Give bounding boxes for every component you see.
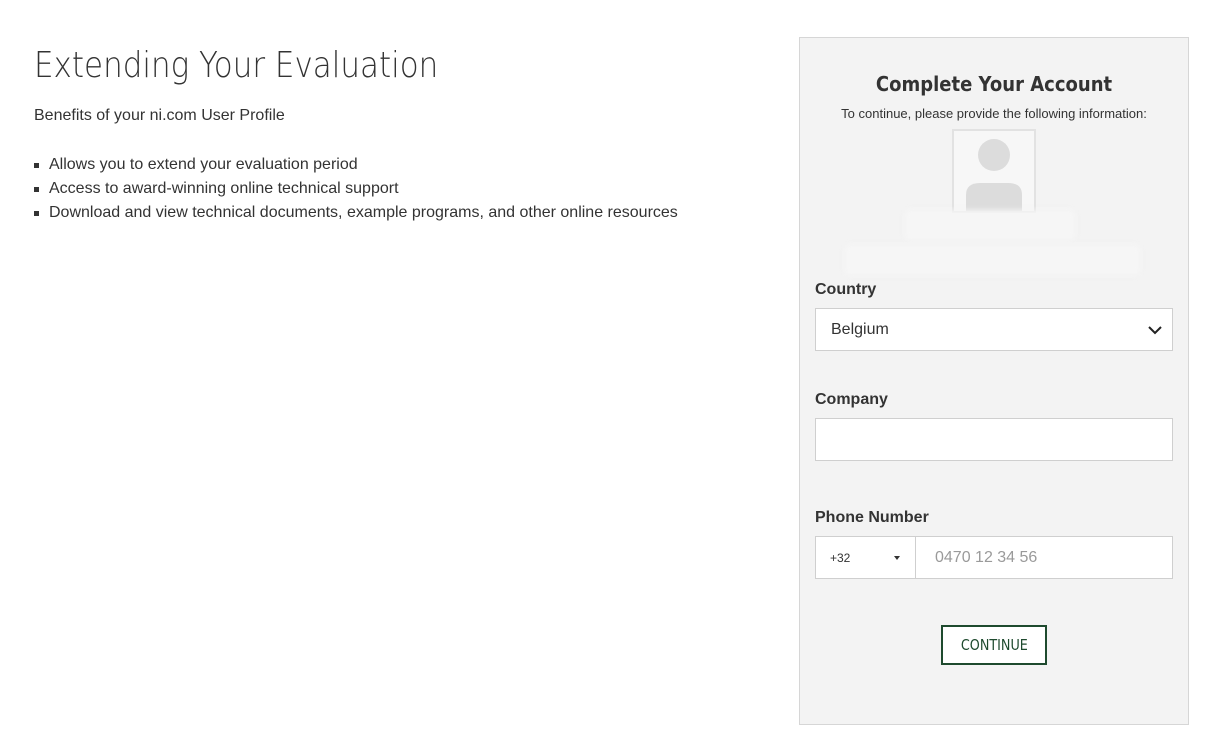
- benefits-list: Allows you to extend your evaluation per…: [34, 153, 774, 225]
- blurred-placeholder: [845, 245, 1140, 275]
- page-subtitle: Benefits of your ni.com User Profile: [34, 107, 285, 124]
- benefit-text: Download and view technical documents, e…: [49, 204, 678, 221]
- list-item: Allows you to extend your evaluation per…: [34, 153, 774, 177]
- benefit-text: Access to award-winning online technical…: [49, 180, 399, 197]
- country-code-value: +32: [830, 550, 851, 565]
- panel-instructions: To continue, please provide the followin…: [841, 106, 1147, 121]
- phone-number-input[interactable]: [916, 537, 1172, 578]
- country-select[interactable]: Belgium: [815, 308, 1173, 351]
- blurred-placeholder: [905, 210, 1075, 240]
- bullet-icon: [34, 211, 39, 216]
- company-input[interactable]: [815, 418, 1173, 461]
- bullet-icon: [34, 163, 39, 168]
- caret-down-icon: [894, 556, 900, 560]
- bullet-icon: [34, 187, 39, 192]
- country-label: Country: [815, 281, 877, 298]
- list-item: Access to award-winning online technical…: [34, 177, 774, 201]
- evaluation-info: Extending Your Evaluation Benefits of yo…: [34, 40, 774, 225]
- continue-button[interactable]: CONTINUE: [941, 625, 1047, 665]
- continue-button-label: CONTINUE: [960, 636, 1028, 654]
- complete-account-panel: Complete Your Account To continue, pleas…: [799, 37, 1189, 725]
- phone-number-field: +32: [815, 536, 1173, 579]
- phone-number-label: Phone Number: [815, 509, 929, 526]
- country-code-select[interactable]: +32: [816, 537, 916, 578]
- country-selected-value: Belgium: [831, 320, 889, 338]
- company-label: Company: [815, 391, 888, 408]
- chevron-down-icon: [1148, 326, 1162, 335]
- benefit-text: Allows you to extend your evaluation per…: [49, 156, 358, 173]
- user-avatar-placeholder-icon: [952, 129, 1036, 213]
- page-title: Extending Your Evaluation: [34, 45, 439, 86]
- list-item: Download and view technical documents, e…: [34, 201, 774, 225]
- panel-title: Complete Your Account: [875, 72, 1113, 96]
